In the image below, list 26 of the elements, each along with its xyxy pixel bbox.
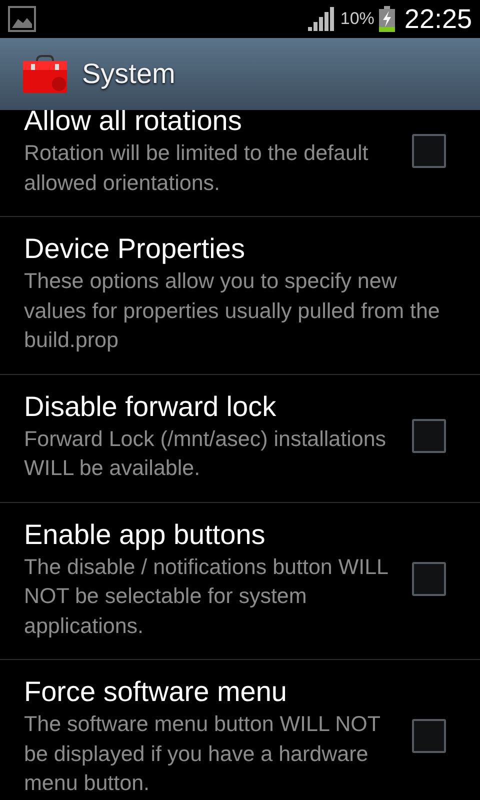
preference-summary: The software menu button WILL NOT be displayed if you have a hardware menu button. xyxy=(24,711,382,797)
battery-percent: 10% xyxy=(340,9,374,29)
toolbox-icon xyxy=(22,55,68,93)
checkbox[interactable] xyxy=(412,419,446,453)
preference-row[interactable]: Disable forward lock Forward Lock (/mnt/asec) installations WILL be available. xyxy=(0,374,480,502)
preference-summary: The disable / notifications button WILL NOT be selectable for system applications. xyxy=(24,554,389,640)
preference-summary: Forward Lock (/mnt/asec) installations WILL be available. xyxy=(24,426,388,482)
signal-icon xyxy=(308,7,336,31)
preference-summary: Rotation will be limited to the default allowed orientations. xyxy=(24,140,370,196)
checkbox[interactable] xyxy=(412,134,446,168)
checkbox[interactable] xyxy=(412,562,446,596)
screen-title: System xyxy=(82,58,176,90)
battery-charging-icon xyxy=(378,6,396,32)
checkbox[interactable] xyxy=(412,719,446,754)
preference-title: Enable app buttons xyxy=(24,518,266,552)
preference-row[interactable]: Enable app buttons The disable / notifications button WILL NOT be selectable for system applications. xyxy=(0,502,480,660)
picture-icon xyxy=(8,6,36,32)
preference-title: Force software menu xyxy=(24,675,288,709)
clock: 22:25 xyxy=(404,4,472,34)
preference-row[interactable]: Allow all rotations Rotation will be limited to the default allowed orientations. xyxy=(0,110,480,217)
preference-row[interactable]: Force software menu The software menu button WILL NOT be displayed if you have a hardware menu button. xyxy=(0,660,480,800)
preference-title: Allow all rotations xyxy=(24,110,243,138)
preference-title: Disable forward lock xyxy=(24,390,278,424)
preference-title: Device Properties xyxy=(24,232,246,266)
preference-summary: These options allow you to specify new values for properties usually pulled from the build.prop xyxy=(24,268,441,354)
preference-row[interactable]: Device Properties These options allow you to specify new values for properties usually pulled from the build.prop xyxy=(0,217,480,374)
